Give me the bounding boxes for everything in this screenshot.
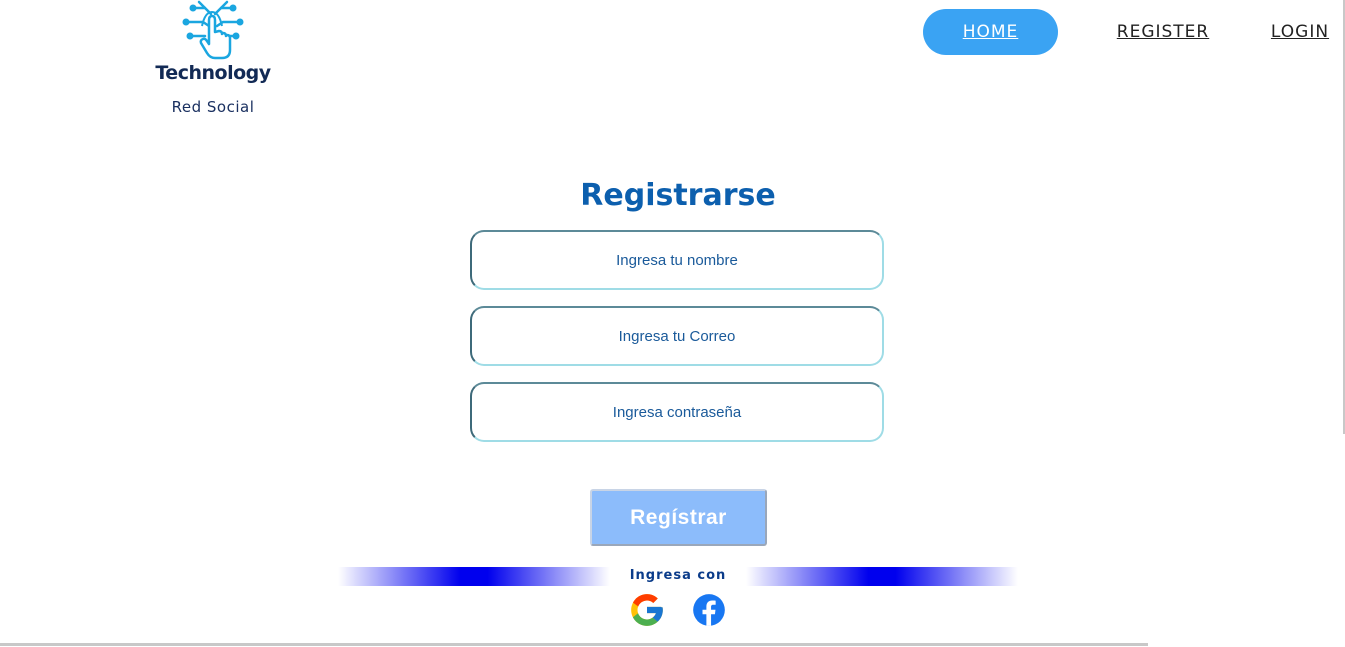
brand-title: Technology bbox=[155, 62, 271, 84]
facebook-icon[interactable] bbox=[690, 591, 728, 629]
form-title: Registrarse bbox=[580, 178, 776, 213]
page: Technology Red Social HOME REGISTER LOGI… bbox=[0, 0, 1345, 647]
divider-left bbox=[338, 567, 610, 586]
brand-logo[interactable]: Technology Red Social bbox=[148, 0, 278, 125]
nav-register-link[interactable]: REGISTER bbox=[1105, 9, 1221, 55]
register-submit-button[interactable]: Regístrar bbox=[590, 489, 767, 546]
horizontal-scrollbar[interactable] bbox=[0, 643, 1148, 646]
name-input[interactable] bbox=[470, 230, 884, 290]
divider-right bbox=[746, 567, 1018, 586]
touch-network-icon bbox=[182, 0, 244, 60]
brand-subtitle: Red Social bbox=[171, 98, 255, 116]
nav-login-link[interactable]: LOGIN bbox=[1262, 9, 1338, 55]
nav-home-link[interactable]: HOME bbox=[923, 9, 1058, 55]
email-input[interactable] bbox=[470, 306, 884, 366]
google-icon[interactable] bbox=[628, 591, 666, 629]
password-input[interactable] bbox=[470, 382, 884, 442]
social-login-label: Ingresa con bbox=[629, 568, 727, 583]
